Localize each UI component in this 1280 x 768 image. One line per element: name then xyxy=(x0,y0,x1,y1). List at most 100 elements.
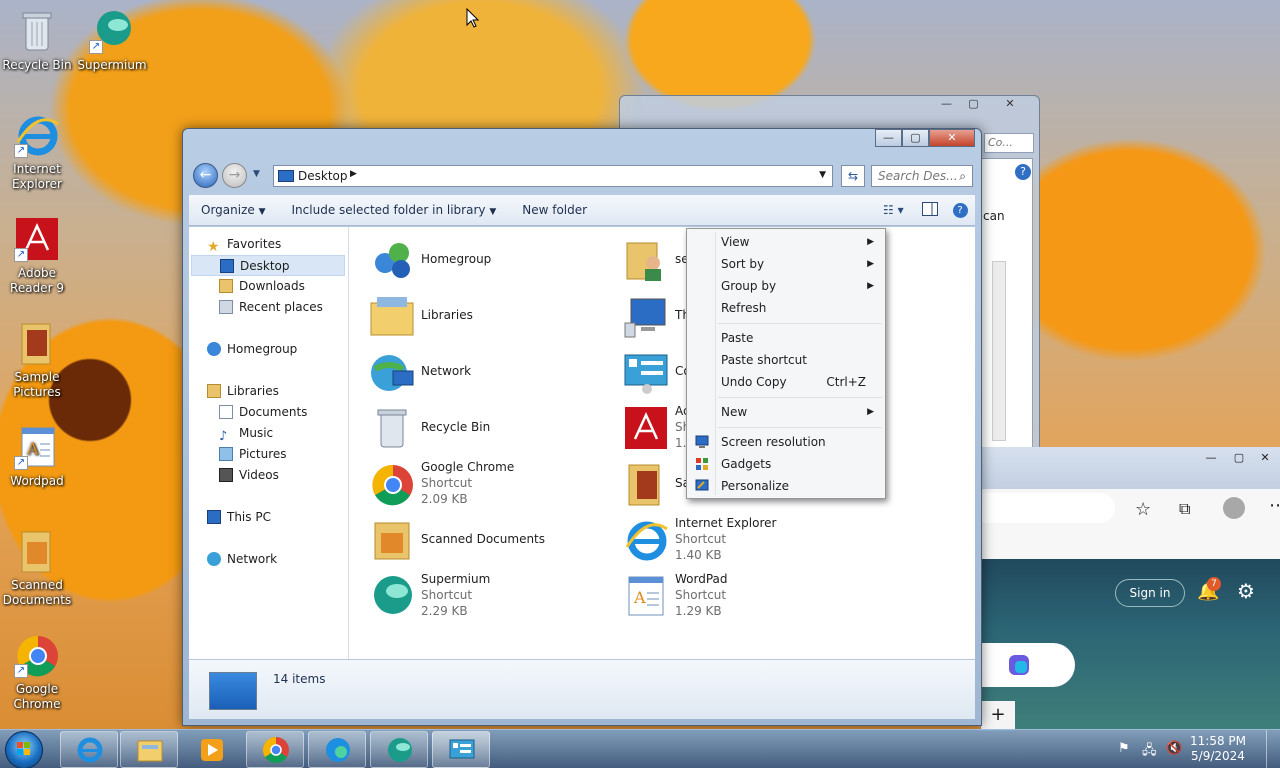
scrollbar[interactable] xyxy=(992,261,1006,441)
forward-button[interactable]: → xyxy=(222,163,247,188)
new-tab-button[interactable]: + xyxy=(981,701,1015,731)
help-icon[interactable]: ? xyxy=(945,202,975,218)
menu-item-screen-resolution[interactable]: Screen resolution xyxy=(690,431,882,453)
more-options-icon[interactable]: ⋯ xyxy=(1269,495,1280,516)
nav-item-pictures[interactable]: Pictures xyxy=(219,444,287,465)
desktop-icon-scanned-documents[interactable]: Scanned Documents xyxy=(0,528,74,608)
desktop-icon-supermium[interactable]: ↗ Supermium xyxy=(75,8,149,73)
network-status-icon[interactable]: 🖧 xyxy=(1142,741,1157,763)
change-view-icon[interactable]: ☷ ▾ xyxy=(883,203,915,217)
preview-pane-icon[interactable] xyxy=(915,201,945,219)
close-button[interactable]: ✕ xyxy=(929,129,975,147)
taskbar-supermium[interactable] xyxy=(370,731,428,768)
menu-item-group-by[interactable]: Group by ▶ xyxy=(690,275,882,297)
submenu-arrow-icon: ▶ xyxy=(867,237,874,247)
close-button[interactable]: ✕ xyxy=(987,96,1033,114)
folder-icon xyxy=(628,464,660,506)
menu-item-new[interactable]: New ▶ xyxy=(690,401,882,423)
address-dropdown-icon[interactable]: ▼ xyxy=(819,170,826,180)
list-item[interactable]: A WordPad Shortcut 1.29 KB xyxy=(623,571,863,621)
profile-avatar[interactable] xyxy=(1223,497,1245,519)
favorites-star-icon[interactable]: ☆ xyxy=(1135,499,1151,520)
nav-item-homegroup[interactable]: Homegroup xyxy=(207,339,297,360)
address-bar[interactable]: Desktop ▶ ▼ xyxy=(273,165,833,187)
clock[interactable]: 11:58 PM 5/9/2024 xyxy=(1190,734,1246,764)
documents-icon xyxy=(219,405,233,419)
minimize-button[interactable]: — xyxy=(875,129,902,147)
nav-item-network[interactable]: Network xyxy=(207,549,277,570)
desktop-icon-recycle-bin[interactable]: Recycle Bin xyxy=(0,8,74,73)
nav-item-recent-places[interactable]: Recent places xyxy=(219,297,323,318)
back-button[interactable]: ← xyxy=(193,163,218,188)
taskbar-control-panel[interactable] xyxy=(432,731,490,768)
nav-item-this-pc[interactable]: This PC xyxy=(207,507,271,528)
nav-item-favorites[interactable]: ★ Favorites xyxy=(207,234,281,255)
copilot-button[interactable] xyxy=(981,643,1075,687)
desktop-icon-google-chrome[interactable]: ↗ Google Chrome xyxy=(0,632,74,712)
include-in-library-button[interactable]: Include selected folder in library ▼ xyxy=(280,203,511,217)
volume-muted-icon[interactable]: 🔇 xyxy=(1166,741,1182,756)
list-item[interactable]: Internet Explorer Shortcut 1.40 KB xyxy=(623,515,863,565)
taskbar-google-chrome[interactable] xyxy=(246,731,304,768)
desktop-icon-adobe-reader[interactable]: ↗ Adobe Reader 9 xyxy=(0,216,74,296)
edge-browser-window[interactable]: — ▢ ✕ ☆ ⧉ ⋯ Sign in 🔔 7 ⚙ + xyxy=(980,447,1280,731)
settings-gear-icon[interactable]: ⚙ xyxy=(1237,579,1255,603)
star-icon: ★ xyxy=(207,239,220,255)
supermium-icon xyxy=(388,738,412,762)
desktop-icon-wordpad[interactable]: A ↗ Wordpad xyxy=(0,424,74,489)
desktop-icon-internet-explorer[interactable]: ↗ Internet Explorer xyxy=(0,112,74,192)
search-input[interactable]: Co... xyxy=(984,133,1034,153)
menu-item-personalize[interactable]: Personalize xyxy=(690,475,882,497)
desktop-icon-sample-pictures[interactable]: Sample Pictures xyxy=(0,320,74,400)
list-item[interactable]: Supermium Shortcut 2.29 KB xyxy=(369,571,609,621)
maximize-button[interactable]: ▢ xyxy=(960,96,987,114)
refresh-button[interactable]: ⇆ xyxy=(841,165,865,187)
nav-item-libraries[interactable]: Libraries xyxy=(207,381,279,402)
nav-item-downloads[interactable]: Downloads xyxy=(219,276,305,297)
close-button[interactable]: ✕ xyxy=(1254,451,1276,467)
item-name: Supermium xyxy=(421,572,491,586)
menu-item-view[interactable]: View ▶ xyxy=(690,231,882,253)
nav-item-documents[interactable]: Documents xyxy=(219,402,307,423)
address-bar[interactable] xyxy=(981,493,1115,523)
maximize-button[interactable]: ▢ xyxy=(1228,451,1250,467)
menu-item-paste[interactable]: Paste xyxy=(690,327,882,349)
start-button[interactable] xyxy=(5,731,43,768)
list-item[interactable]: Libraries xyxy=(369,291,609,341)
breadcrumb-chevron-icon[interactable]: ▶ xyxy=(350,169,357,179)
new-folder-button[interactable]: New folder xyxy=(510,203,601,217)
libraries-icon xyxy=(370,297,414,336)
organize-button[interactable]: Organize ▼ xyxy=(189,203,280,217)
taskbar-media-player[interactable] xyxy=(182,731,240,768)
list-item[interactable]: Homegroup xyxy=(369,235,609,285)
show-desktop-button[interactable] xyxy=(1266,730,1280,768)
item-type: Shortcut xyxy=(675,532,727,546)
taskbar-edge[interactable] xyxy=(308,731,366,768)
minimize-button[interactable]: — xyxy=(1200,451,1222,467)
menu-item-gadgets[interactable]: Gadgets xyxy=(690,453,882,475)
nav-label: Downloads xyxy=(239,279,305,293)
menu-item-undo-copy[interactable]: Undo Copy Ctrl+Z xyxy=(690,371,882,393)
action-center-flag-icon[interactable]: ⚑ xyxy=(1118,741,1130,756)
list-item[interactable]: Google Chrome Shortcut 2.09 KB xyxy=(369,459,609,509)
maximize-button[interactable]: ▢ xyxy=(902,129,929,147)
sign-in-button[interactable]: Sign in xyxy=(1115,579,1185,607)
list-item[interactable]: Scanned Documents xyxy=(369,515,609,565)
list-item[interactable]: Recycle Bin xyxy=(369,403,609,453)
help-icon[interactable]: ? xyxy=(1015,164,1031,180)
menu-item-paste-shortcut[interactable]: Paste shortcut xyxy=(690,349,882,371)
organize-label: Organize xyxy=(201,203,255,217)
taskbar-internet-explorer[interactable] xyxy=(60,731,118,768)
nav-item-videos[interactable]: Videos xyxy=(219,465,279,486)
collections-icon[interactable]: ⧉ xyxy=(1179,499,1190,519)
recent-pages-dropdown[interactable]: ▼ xyxy=(253,169,260,179)
list-item[interactable]: Network xyxy=(369,347,609,397)
nav-item-music[interactable]: ♪ Music xyxy=(219,423,273,444)
minimize-button[interactable]: — xyxy=(933,96,960,114)
menu-item-sort-by[interactable]: Sort by ▶ xyxy=(690,253,882,275)
nav-item-desktop[interactable]: Desktop xyxy=(191,255,345,276)
menu-item-refresh[interactable]: Refresh xyxy=(690,297,882,319)
taskbar-file-explorer[interactable] xyxy=(120,731,178,768)
search-input[interactable]: Search Des... ⌕ xyxy=(871,165,973,187)
nav-label: Libraries xyxy=(227,384,279,398)
